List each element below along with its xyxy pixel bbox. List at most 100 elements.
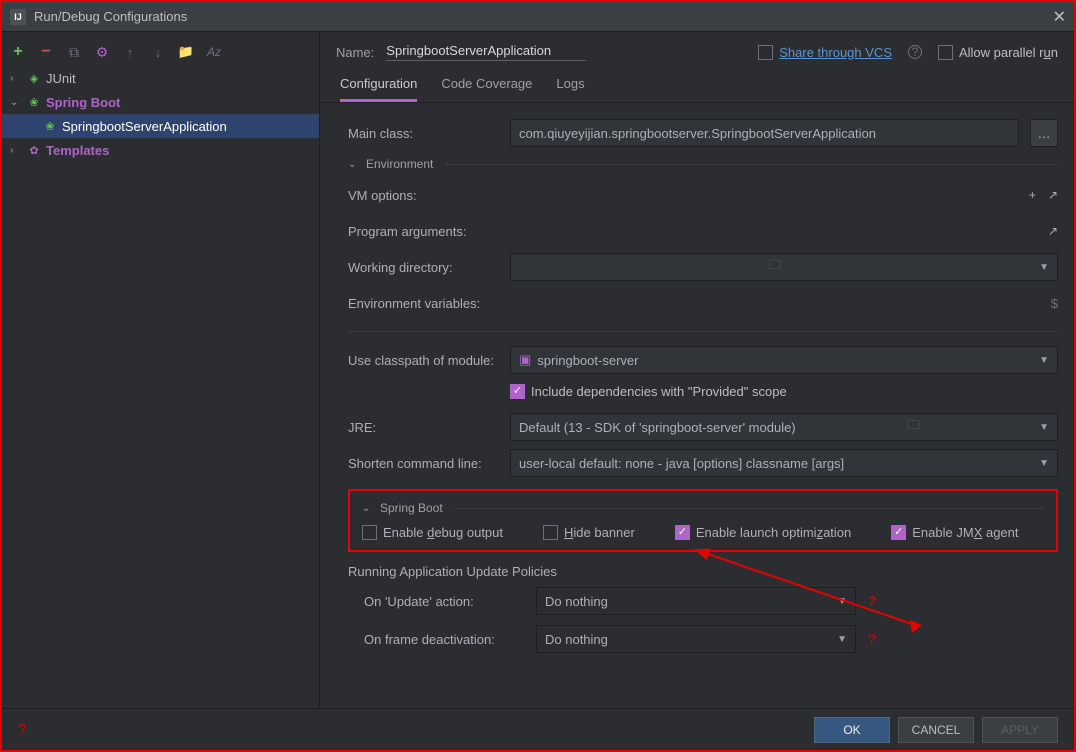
on-update-value: Do nothing bbox=[545, 594, 608, 609]
up-icon[interactable]: ↑ bbox=[122, 44, 138, 60]
policies-section: Running Application Update Policies On '… bbox=[348, 564, 1058, 653]
add-icon[interactable]: + bbox=[10, 44, 26, 60]
help-icon[interactable]: ? bbox=[868, 631, 876, 647]
on-update-label: On 'Update' action: bbox=[364, 594, 524, 609]
jre-value: Default (13 - SDK of 'springboot-server'… bbox=[519, 420, 796, 435]
hide-banner-label: Hide banner bbox=[564, 525, 635, 540]
module-icon: ▣ bbox=[519, 352, 531, 368]
tree-springboot-app[interactable]: ❀ SpringbootServerApplication bbox=[2, 114, 319, 138]
tree-junit[interactable]: › ◈ JUnit bbox=[2, 66, 319, 90]
tab-configuration[interactable]: Configuration bbox=[340, 76, 417, 102]
include-provided-label: Include dependencies with "Provided" sco… bbox=[531, 384, 787, 399]
name-label: Name: bbox=[336, 45, 374, 60]
titlebar: IJ Run/Debug Configurations ✕ bbox=[2, 2, 1074, 32]
env-vars-label: Environment variables: bbox=[348, 296, 498, 311]
enable-debug-label: Enable debug output bbox=[383, 525, 503, 540]
chevron-down-icon: ⌄ bbox=[362, 503, 374, 514]
copy-icon[interactable]: ⧉ bbox=[66, 44, 82, 60]
cancel-button[interactable]: CANCEL bbox=[898, 717, 974, 743]
folder-icon: 🗀 bbox=[907, 416, 920, 438]
chevron-down-icon: ▼ bbox=[1039, 458, 1049, 469]
chevron-down-icon: ▼ bbox=[837, 634, 847, 645]
chevron-down-icon: ⌄ bbox=[10, 97, 22, 108]
checkbox-icon bbox=[675, 525, 690, 540]
tree-label: Templates bbox=[46, 143, 109, 158]
form-area: Main class: com.qiuyeyijian.springbootse… bbox=[320, 103, 1074, 708]
chevron-down-icon: ▼ bbox=[1039, 355, 1049, 366]
help-icon[interactable]: ? bbox=[908, 45, 922, 59]
browse-main-class-button[interactable]: … bbox=[1030, 119, 1058, 147]
checkbox-icon bbox=[938, 45, 953, 60]
tab-logs[interactable]: Logs bbox=[556, 76, 584, 102]
enable-launch-checkbox[interactable]: Enable launch optimization bbox=[675, 525, 851, 540]
folder-icon[interactable]: 📁 bbox=[178, 44, 194, 60]
chevron-down-icon: ▼ bbox=[837, 596, 847, 607]
app-icon: IJ bbox=[10, 9, 26, 25]
shorten-label: Shorten command line: bbox=[348, 456, 498, 471]
checkbox-icon bbox=[543, 525, 558, 540]
main-class-input[interactable]: com.qiuyeyijian.springbootserver.Springb… bbox=[510, 119, 1019, 147]
spring-boot-section: ⌄ Spring Boot Enable debug output Hide b… bbox=[348, 489, 1058, 552]
gear-icon: ✿ bbox=[26, 142, 42, 158]
apply-button[interactable]: APPLY bbox=[982, 717, 1058, 743]
jre-dropdown[interactable]: Default (13 - SDK of 'springboot-server'… bbox=[510, 413, 1058, 441]
chevron-right-icon: › bbox=[10, 73, 22, 84]
folder-icon: 🗀 bbox=[769, 256, 782, 278]
remove-icon[interactable]: − bbox=[38, 44, 54, 60]
on-update-dropdown[interactable]: Do nothing ▼ bbox=[536, 587, 856, 615]
junit-icon: ◈ bbox=[26, 70, 42, 86]
allow-parallel-checkbox[interactable]: Allow parallel run bbox=[938, 45, 1058, 60]
shorten-value: user-local default: none - java [options… bbox=[519, 456, 844, 471]
name-input[interactable]: SpringbootServerApplication bbox=[386, 43, 586, 61]
sort-icon[interactable]: Az bbox=[206, 44, 222, 60]
working-dir-input[interactable]: 🗀 ▼ bbox=[510, 253, 1058, 281]
classpath-value: springboot-server bbox=[537, 353, 638, 368]
expand-icon[interactable]: ↗ bbox=[1048, 224, 1058, 238]
tab-code-coverage[interactable]: Code Coverage bbox=[441, 76, 532, 102]
sidebar: + − ⧉ ⚙ ↑ ↓ 📁 Az › ◈ JUnit ⌄ ❀ Spring Bo… bbox=[2, 32, 320, 708]
checkbox-icon bbox=[758, 45, 773, 60]
policies-title: Running Application Update Policies bbox=[348, 564, 1058, 579]
tabs: Configuration Code Coverage Logs bbox=[320, 72, 1074, 103]
environment-label: Environment bbox=[366, 157, 433, 171]
ok-button[interactable]: OK bbox=[814, 717, 890, 743]
vm-options-label: VM options: bbox=[348, 188, 498, 203]
classpath-dropdown[interactable]: ▣ springboot-server ▼ bbox=[510, 346, 1058, 374]
footer: ? OK CANCEL APPLY bbox=[2, 708, 1074, 750]
tree-label: SpringbootServerApplication bbox=[62, 119, 227, 134]
chevron-down-icon: ▼ bbox=[1039, 262, 1049, 273]
env-vars-button[interactable]: $ bbox=[1051, 296, 1058, 311]
spring-boot-header[interactable]: ⌄ Spring Boot bbox=[362, 501, 1044, 515]
enable-launch-label: Enable launch optimization bbox=[696, 525, 851, 540]
checkbox-icon bbox=[510, 384, 525, 399]
main-class-label: Main class: bbox=[348, 126, 498, 141]
tree-springboot[interactable]: ⌄ ❀ Spring Boot bbox=[2, 90, 319, 114]
enable-debug-checkbox[interactable]: Enable debug output bbox=[362, 525, 503, 540]
checkbox-icon bbox=[362, 525, 377, 540]
enable-jmx-label: Enable JMX agent bbox=[912, 525, 1018, 540]
help-icon[interactable]: ? bbox=[868, 593, 876, 609]
tree-templates[interactable]: › ✿ Templates bbox=[2, 138, 319, 162]
program-args-label: Program arguments: bbox=[348, 224, 498, 239]
enable-jmx-checkbox[interactable]: Enable JMX agent bbox=[891, 525, 1018, 540]
tree-label: Spring Boot bbox=[46, 95, 120, 110]
on-frame-dropdown[interactable]: Do nothing ▼ bbox=[536, 625, 856, 653]
chevron-down-icon: ⌄ bbox=[348, 159, 360, 170]
shorten-dropdown[interactable]: user-local default: none - java [options… bbox=[510, 449, 1058, 477]
share-vcs-link: Share through VCS bbox=[779, 45, 892, 60]
add-icon[interactable]: + bbox=[1029, 188, 1036, 202]
include-provided-checkbox[interactable]: Include dependencies with "Provided" sco… bbox=[510, 384, 787, 399]
share-vcs-checkbox[interactable]: Share through VCS bbox=[758, 45, 892, 60]
checkbox-icon bbox=[891, 525, 906, 540]
gear-icon[interactable]: ⚙ bbox=[94, 44, 110, 60]
help-icon[interactable]: ? bbox=[18, 721, 26, 738]
down-icon[interactable]: ↓ bbox=[150, 44, 166, 60]
expand-icon[interactable]: ↗ bbox=[1048, 188, 1058, 202]
allow-parallel-label: Allow parallel run bbox=[959, 45, 1058, 60]
tree-label: JUnit bbox=[46, 71, 76, 86]
environment-section[interactable]: ⌄ Environment bbox=[348, 157, 1058, 171]
hide-banner-checkbox[interactable]: Hide banner bbox=[543, 525, 635, 540]
on-frame-value: Do nothing bbox=[545, 632, 608, 647]
on-frame-label: On frame deactivation: bbox=[364, 632, 524, 647]
close-icon[interactable]: ✕ bbox=[1053, 7, 1066, 27]
